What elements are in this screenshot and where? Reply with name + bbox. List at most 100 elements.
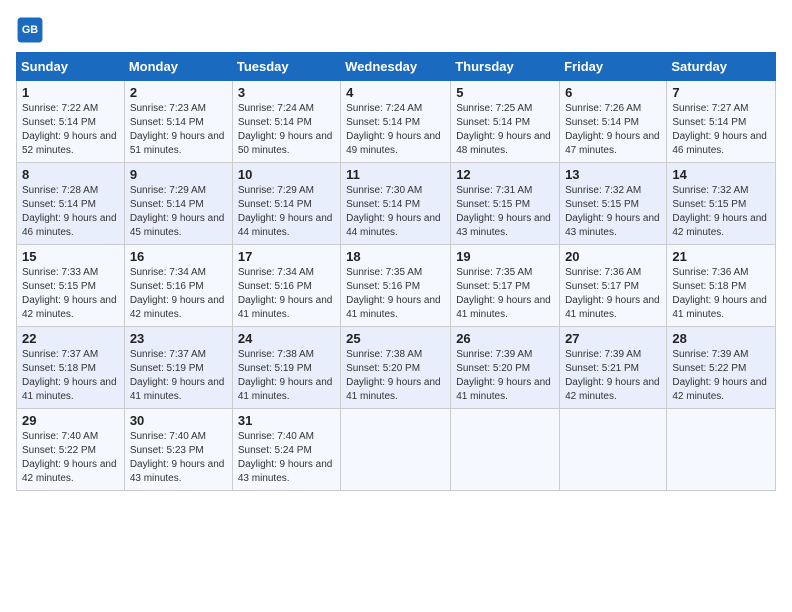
day-info: Sunrise: 7:35 AM Sunset: 5:17 PM Dayligh… [456, 266, 554, 322]
calendar-day-cell [667, 409, 776, 491]
day-number: 31 [238, 413, 335, 428]
day-number: 20 [565, 249, 661, 264]
day-number: 2 [130, 85, 227, 100]
day-info: Sunrise: 7:32 AM Sunset: 5:15 PM Dayligh… [672, 184, 770, 240]
calendar-day-cell: 13 Sunrise: 7:32 AM Sunset: 5:15 PM Dayl… [560, 163, 667, 245]
day-number: 17 [238, 249, 335, 264]
day-info: Sunrise: 7:38 AM Sunset: 5:20 PM Dayligh… [346, 348, 445, 404]
calendar-day-cell: 29 Sunrise: 7:40 AM Sunset: 5:22 PM Dayl… [17, 409, 125, 491]
calendar-day-cell: 14 Sunrise: 7:32 AM Sunset: 5:15 PM Dayl… [667, 163, 776, 245]
day-info: Sunrise: 7:26 AM Sunset: 5:14 PM Dayligh… [565, 102, 661, 158]
day-info: Sunrise: 7:39 AM Sunset: 5:20 PM Dayligh… [456, 348, 554, 404]
day-info: Sunrise: 7:39 AM Sunset: 5:22 PM Dayligh… [672, 348, 770, 404]
calendar-day-cell: 8 Sunrise: 7:28 AM Sunset: 5:14 PM Dayli… [17, 163, 125, 245]
day-info: Sunrise: 7:30 AM Sunset: 5:14 PM Dayligh… [346, 184, 445, 240]
day-info: Sunrise: 7:37 AM Sunset: 5:18 PM Dayligh… [22, 348, 119, 404]
calendar-day-cell: 12 Sunrise: 7:31 AM Sunset: 5:15 PM Dayl… [451, 163, 560, 245]
day-info: Sunrise: 7:33 AM Sunset: 5:15 PM Dayligh… [22, 266, 119, 322]
day-number: 24 [238, 331, 335, 346]
calendar-week-row: 8 Sunrise: 7:28 AM Sunset: 5:14 PM Dayli… [17, 163, 776, 245]
calendar-day-cell: 17 Sunrise: 7:34 AM Sunset: 5:16 PM Dayl… [232, 245, 340, 327]
calendar-day-cell: 23 Sunrise: 7:37 AM Sunset: 5:19 PM Dayl… [124, 327, 232, 409]
day-number: 3 [238, 85, 335, 100]
calendar-body: 1 Sunrise: 7:22 AM Sunset: 5:14 PM Dayli… [17, 81, 776, 491]
day-info: Sunrise: 7:28 AM Sunset: 5:14 PM Dayligh… [22, 184, 119, 240]
day-number: 1 [22, 85, 119, 100]
logo: GB [16, 16, 48, 44]
day-info: Sunrise: 7:40 AM Sunset: 5:22 PM Dayligh… [22, 430, 119, 486]
day-info: Sunrise: 7:36 AM Sunset: 5:18 PM Dayligh… [672, 266, 770, 322]
weekday-header-cell: Tuesday [232, 53, 340, 81]
day-number: 9 [130, 167, 227, 182]
day-info: Sunrise: 7:39 AM Sunset: 5:21 PM Dayligh… [565, 348, 661, 404]
calendar-day-cell: 3 Sunrise: 7:24 AM Sunset: 5:14 PM Dayli… [232, 81, 340, 163]
day-number: 13 [565, 167, 661, 182]
calendar-day-cell: 11 Sunrise: 7:30 AM Sunset: 5:14 PM Dayl… [341, 163, 451, 245]
day-number: 14 [672, 167, 770, 182]
day-info: Sunrise: 7:40 AM Sunset: 5:24 PM Dayligh… [238, 430, 335, 486]
day-number: 29 [22, 413, 119, 428]
calendar-table: SundayMondayTuesdayWednesdayThursdayFrid… [16, 52, 776, 491]
day-info: Sunrise: 7:36 AM Sunset: 5:17 PM Dayligh… [565, 266, 661, 322]
day-info: Sunrise: 7:27 AM Sunset: 5:14 PM Dayligh… [672, 102, 770, 158]
calendar-day-cell: 15 Sunrise: 7:33 AM Sunset: 5:15 PM Dayl… [17, 245, 125, 327]
calendar-day-cell: 22 Sunrise: 7:37 AM Sunset: 5:18 PM Dayl… [17, 327, 125, 409]
day-number: 25 [346, 331, 445, 346]
day-number: 10 [238, 167, 335, 182]
day-number: 27 [565, 331, 661, 346]
day-info: Sunrise: 7:22 AM Sunset: 5:14 PM Dayligh… [22, 102, 119, 158]
calendar-day-cell: 18 Sunrise: 7:35 AM Sunset: 5:16 PM Dayl… [341, 245, 451, 327]
calendar-week-row: 1 Sunrise: 7:22 AM Sunset: 5:14 PM Dayli… [17, 81, 776, 163]
weekday-header-cell: Wednesday [341, 53, 451, 81]
calendar-day-cell: 25 Sunrise: 7:38 AM Sunset: 5:20 PM Dayl… [341, 327, 451, 409]
day-number: 5 [456, 85, 554, 100]
calendar-day-cell: 19 Sunrise: 7:35 AM Sunset: 5:17 PM Dayl… [451, 245, 560, 327]
day-info: Sunrise: 7:32 AM Sunset: 5:15 PM Dayligh… [565, 184, 661, 240]
calendar-week-row: 15 Sunrise: 7:33 AM Sunset: 5:15 PM Dayl… [17, 245, 776, 327]
day-info: Sunrise: 7:37 AM Sunset: 5:19 PM Dayligh… [130, 348, 227, 404]
day-info: Sunrise: 7:24 AM Sunset: 5:14 PM Dayligh… [238, 102, 335, 158]
header: GB [16, 16, 776, 44]
day-number: 15 [22, 249, 119, 264]
calendar-day-cell: 9 Sunrise: 7:29 AM Sunset: 5:14 PM Dayli… [124, 163, 232, 245]
calendar-day-cell [560, 409, 667, 491]
calendar-day-cell: 16 Sunrise: 7:34 AM Sunset: 5:16 PM Dayl… [124, 245, 232, 327]
calendar-day-cell: 7 Sunrise: 7:27 AM Sunset: 5:14 PM Dayli… [667, 81, 776, 163]
calendar-day-cell: 31 Sunrise: 7:40 AM Sunset: 5:24 PM Dayl… [232, 409, 340, 491]
day-number: 23 [130, 331, 227, 346]
day-number: 22 [22, 331, 119, 346]
calendar-day-cell: 24 Sunrise: 7:38 AM Sunset: 5:19 PM Dayl… [232, 327, 340, 409]
day-info: Sunrise: 7:35 AM Sunset: 5:16 PM Dayligh… [346, 266, 445, 322]
calendar-day-cell: 27 Sunrise: 7:39 AM Sunset: 5:21 PM Dayl… [560, 327, 667, 409]
calendar-week-row: 29 Sunrise: 7:40 AM Sunset: 5:22 PM Dayl… [17, 409, 776, 491]
weekday-header-row: SundayMondayTuesdayWednesdayThursdayFrid… [17, 53, 776, 81]
day-number: 18 [346, 249, 445, 264]
day-number: 19 [456, 249, 554, 264]
weekday-header-cell: Thursday [451, 53, 560, 81]
day-number: 12 [456, 167, 554, 182]
day-number: 26 [456, 331, 554, 346]
day-info: Sunrise: 7:29 AM Sunset: 5:14 PM Dayligh… [238, 184, 335, 240]
calendar-day-cell: 28 Sunrise: 7:39 AM Sunset: 5:22 PM Dayl… [667, 327, 776, 409]
calendar-day-cell: 30 Sunrise: 7:40 AM Sunset: 5:23 PM Dayl… [124, 409, 232, 491]
calendar-day-cell: 2 Sunrise: 7:23 AM Sunset: 5:14 PM Dayli… [124, 81, 232, 163]
day-number: 16 [130, 249, 227, 264]
calendar-day-cell: 10 Sunrise: 7:29 AM Sunset: 5:14 PM Dayl… [232, 163, 340, 245]
day-info: Sunrise: 7:40 AM Sunset: 5:23 PM Dayligh… [130, 430, 227, 486]
day-info: Sunrise: 7:29 AM Sunset: 5:14 PM Dayligh… [130, 184, 227, 240]
day-number: 4 [346, 85, 445, 100]
logo-icon: GB [16, 16, 44, 44]
calendar-day-cell: 20 Sunrise: 7:36 AM Sunset: 5:17 PM Dayl… [560, 245, 667, 327]
calendar-day-cell: 5 Sunrise: 7:25 AM Sunset: 5:14 PM Dayli… [451, 81, 560, 163]
day-number: 6 [565, 85, 661, 100]
day-info: Sunrise: 7:31 AM Sunset: 5:15 PM Dayligh… [456, 184, 554, 240]
weekday-header-cell: Friday [560, 53, 667, 81]
day-info: Sunrise: 7:24 AM Sunset: 5:14 PM Dayligh… [346, 102, 445, 158]
calendar-day-cell: 26 Sunrise: 7:39 AM Sunset: 5:20 PM Dayl… [451, 327, 560, 409]
day-number: 11 [346, 167, 445, 182]
day-number: 21 [672, 249, 770, 264]
day-number: 28 [672, 331, 770, 346]
weekday-header-cell: Monday [124, 53, 232, 81]
calendar-day-cell: 4 Sunrise: 7:24 AM Sunset: 5:14 PM Dayli… [341, 81, 451, 163]
calendar-week-row: 22 Sunrise: 7:37 AM Sunset: 5:18 PM Dayl… [17, 327, 776, 409]
